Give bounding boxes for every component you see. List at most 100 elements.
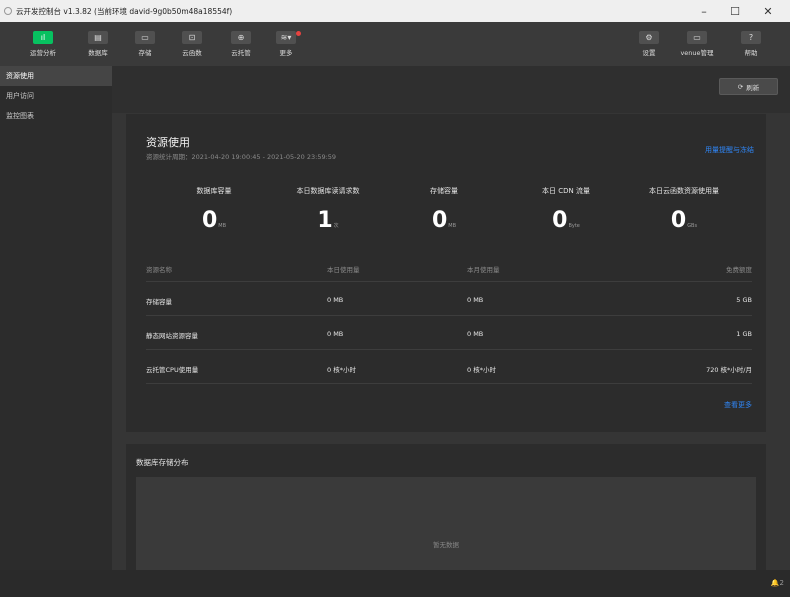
db-storage-chart-area: 暂无数据 bbox=[136, 477, 756, 570]
cell-monthly: 0 核*小时 bbox=[467, 366, 496, 374]
view-more-link[interactable]: 查看更多 bbox=[724, 400, 752, 410]
cell-monthly: 0 MB bbox=[467, 330, 484, 338]
toolbar-settings[interactable]: ⚙ 设置 bbox=[638, 22, 660, 66]
usage-alert-link[interactable]: 用量提醒与冻结 bbox=[705, 145, 754, 155]
cell-daily: 0 MB bbox=[327, 296, 344, 304]
minimize-button[interactable]: – bbox=[689, 0, 719, 22]
stat-label: 本日数据库读请求数 bbox=[296, 187, 360, 195]
table-row: 静态网站资源容量 0 MB 0 MB 1 GB bbox=[146, 316, 752, 350]
stat-db-reads: 本日数据库读请求数 1次 bbox=[268, 186, 388, 233]
usage-table: 资源名称 本日使用量 本月使用量 免费额度 存储容量 0 MB 0 MB 5 G… bbox=[146, 254, 752, 384]
stat-value: 0MB bbox=[384, 208, 504, 233]
header-monthly: 本月使用量 bbox=[467, 266, 500, 274]
stat-storage: 存储容量 0MB bbox=[384, 186, 504, 233]
stat-label: 本日云函数资源使用量 bbox=[649, 187, 719, 195]
stat-value: 0MB bbox=[154, 208, 274, 233]
main-toolbar: ıl 运营分析 ▤ 数据库 ▭ 存储 ⊡ 云函数 ⊕ 云托管 ≋▾ 更多 ⚙ 设… bbox=[0, 22, 790, 66]
maximize-button[interactable]: ☐ bbox=[720, 0, 750, 22]
table-row: 存储容量 0 MB 0 MB 5 GB bbox=[146, 282, 752, 316]
stat-value: 0Byte bbox=[506, 208, 626, 233]
gear-icon: ⚙ bbox=[639, 31, 659, 44]
app-logo-icon bbox=[4, 7, 12, 15]
toolbar-database[interactable]: ▤ 数据库 bbox=[83, 22, 113, 66]
refresh-label: 刷新 bbox=[746, 83, 760, 92]
sidebar-item-resource-usage[interactable]: 资源使用 bbox=[0, 66, 112, 86]
cell-name: 云托管CPU使用量 bbox=[146, 366, 199, 374]
close-button[interactable]: ✕ bbox=[753, 0, 783, 22]
stats-period: 资源统计周期：2021-04-20 19:00:45 - 2021-05-20 … bbox=[146, 153, 337, 161]
db-storage-title: 数据库存储分布 bbox=[136, 458, 189, 467]
toolbar-settings-label: 设置 bbox=[642, 49, 656, 57]
toolbar-help-label: 帮助 bbox=[744, 49, 758, 57]
chart-icon: ıl bbox=[33, 31, 53, 44]
database-icon: ▤ bbox=[88, 31, 108, 44]
stat-number: 0 bbox=[552, 208, 568, 233]
stat-unit: 次 bbox=[333, 223, 339, 229]
toolbar-venue-label: venue管理 bbox=[680, 49, 714, 57]
toolbar-analytics-label: 运营分析 bbox=[30, 49, 56, 57]
toolbar-cloud-hosting-label: 云托管 bbox=[231, 49, 251, 57]
stat-cdn: 本日 CDN 流量 0Byte bbox=[506, 186, 626, 233]
cell-daily: 0 MB bbox=[327, 330, 344, 338]
refresh-icon: ⟳ bbox=[737, 82, 744, 91]
toolbar-database-label: 数据库 bbox=[88, 49, 108, 57]
help-icon: ? bbox=[741, 31, 761, 44]
bell-icon[interactable]: 🔔2 bbox=[771, 579, 784, 587]
toolbar-storage-label: 存储 bbox=[138, 49, 152, 57]
sidebar: 资源使用 用户访问 监控图表 bbox=[0, 66, 112, 570]
stat-value: 0GBs bbox=[624, 208, 744, 233]
toolbar-functions-label: 云函数 bbox=[182, 49, 202, 57]
header-free-quota: 免费额度 bbox=[726, 266, 752, 274]
refresh-button[interactable]: ⟳ 刷新 bbox=[719, 78, 778, 95]
card-title: 资源使用 bbox=[146, 136, 190, 149]
main-content: ⟳ 刷新 资源使用 资源统计周期：2021-04-20 19:00:45 - 2… bbox=[112, 66, 790, 570]
cell-daily: 0 核*小时 bbox=[327, 366, 356, 374]
storage-icon: ▭ bbox=[135, 31, 155, 44]
cell-free-quota: 1 GB bbox=[736, 330, 752, 338]
stat-label: 存储容量 bbox=[430, 187, 458, 195]
more-icon: ≋▾ bbox=[276, 31, 296, 44]
header-daily: 本日使用量 bbox=[327, 266, 360, 274]
stat-unit: GBs bbox=[687, 223, 698, 229]
stat-unit: MB bbox=[218, 223, 227, 229]
toolbar-more-label: 更多 bbox=[279, 49, 293, 57]
sidebar-item-monitoring[interactable]: 监控图表 bbox=[0, 106, 112, 126]
cell-free-quota: 720 核*小时/月 bbox=[706, 366, 752, 374]
empty-state-text: 暂无数据 bbox=[433, 541, 459, 549]
toolbar-more[interactable]: ≋▾ 更多 bbox=[274, 22, 298, 66]
cell-monthly: 0 MB bbox=[467, 296, 484, 304]
toolbar-venue[interactable]: ▭ venue管理 bbox=[680, 22, 714, 66]
cell-name: 存储容量 bbox=[146, 298, 172, 306]
top-strip: ⟳ 刷新 bbox=[112, 66, 790, 113]
toolbar-storage[interactable]: ▭ 存储 bbox=[133, 22, 157, 66]
header-name: 资源名称 bbox=[146, 266, 172, 274]
stat-unit: MB bbox=[448, 223, 457, 229]
table-row: 云托管CPU使用量 0 核*小时 0 核*小时 720 核*小时/月 bbox=[146, 350, 752, 384]
function-icon: ⊡ bbox=[182, 31, 202, 44]
window-title: 云开发控制台 v1.3.82 (当前环境 david-9g0b50m48a185… bbox=[16, 6, 233, 16]
db-storage-card: 数据库存储分布 暂无数据 bbox=[126, 444, 766, 570]
status-bar: 🔔2 bbox=[0, 570, 790, 597]
toolbar-help[interactable]: ? 帮助 bbox=[740, 22, 762, 66]
stat-value: 1次 bbox=[268, 208, 388, 233]
notification-dot bbox=[296, 31, 301, 36]
stat-number: 0 bbox=[670, 208, 687, 233]
stat-unit: Byte bbox=[568, 223, 580, 229]
stat-number: 0 bbox=[431, 208, 448, 233]
stat-label: 数据库容量 bbox=[196, 187, 232, 195]
stat-number: 0 bbox=[201, 208, 218, 233]
stat-label: 本日 CDN 流量 bbox=[542, 187, 590, 195]
stat-functions: 本日云函数资源使用量 0GBs bbox=[624, 186, 744, 233]
toolbar-functions[interactable]: ⊡ 云函数 bbox=[177, 22, 207, 66]
sidebar-item-user-access[interactable]: 用户访问 bbox=[0, 86, 112, 106]
table-header: 资源名称 本日使用量 本月使用量 免费额度 bbox=[146, 254, 752, 282]
title-bar: 云开发控制台 v1.3.82 (当前环境 david-9g0b50m48a185… bbox=[0, 0, 790, 22]
stat-number: 1 bbox=[317, 208, 333, 233]
toolbar-cloud-hosting[interactable]: ⊕ 云托管 bbox=[226, 22, 256, 66]
venue-icon: ▭ bbox=[687, 31, 707, 44]
toolbar-analytics[interactable]: ıl 运营分析 bbox=[28, 22, 58, 66]
stat-db-capacity: 数据库容量 0MB bbox=[154, 186, 274, 233]
cloud-hosting-icon: ⊕ bbox=[231, 31, 251, 44]
cell-name: 静态网站资源容量 bbox=[146, 332, 198, 340]
cell-free-quota: 5 GB bbox=[736, 296, 752, 304]
